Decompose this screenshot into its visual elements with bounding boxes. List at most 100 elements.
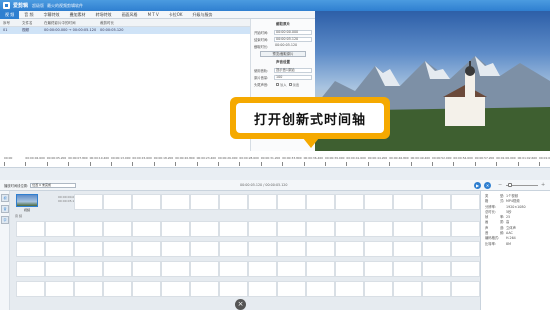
track-slot[interactable] xyxy=(190,221,219,237)
track-slot[interactable] xyxy=(74,241,103,257)
timeline-position-select[interactable]: 位置 0 未完成 xyxy=(30,182,77,188)
menu-karaoke[interactable]: 卡拉OK xyxy=(164,11,188,19)
track-slot[interactable] xyxy=(248,221,277,237)
track-slot[interactable] xyxy=(132,241,161,257)
track-slot[interactable] xyxy=(16,261,45,277)
track-slot[interactable] xyxy=(103,261,132,277)
zoom-slider-handle[interactable] xyxy=(508,183,513,187)
track-slot[interactable] xyxy=(248,241,277,257)
menu-mtv[interactable]: M T V xyxy=(143,11,164,19)
track-slot[interactable] xyxy=(132,194,161,210)
track-slot[interactable] xyxy=(364,241,393,257)
track-slot[interactable] xyxy=(248,261,277,277)
track-slot[interactable] xyxy=(422,261,451,277)
track-slot[interactable] xyxy=(335,281,364,297)
play-icon[interactable]: ▶ xyxy=(474,182,481,189)
track-slot[interactable] xyxy=(306,261,335,277)
track-slot[interactable] xyxy=(451,221,480,237)
end-time-field[interactable]: 00:00:05.120 xyxy=(274,36,312,42)
col-duration[interactable]: 裁剪时长 xyxy=(100,19,150,26)
track-slot[interactable] xyxy=(219,261,248,277)
track-slot[interactable] xyxy=(393,241,422,257)
side-tab-audio[interactable]: 音 xyxy=(1,205,9,213)
track-slot[interactable] xyxy=(393,221,422,237)
track-slot[interactable] xyxy=(132,261,161,277)
track-slot[interactable] xyxy=(103,221,132,237)
track-slot[interactable] xyxy=(364,261,393,277)
col-filename[interactable]: 文件名 xyxy=(22,19,44,26)
track-slot[interactable] xyxy=(451,241,480,257)
menu-video[interactable]: 视 频 xyxy=(0,10,20,19)
col-index[interactable]: 序号 xyxy=(0,19,22,26)
track-slot[interactable] xyxy=(422,241,451,257)
track-slot[interactable] xyxy=(74,281,103,297)
track-slot[interactable] xyxy=(422,281,451,297)
track-slot[interactable] xyxy=(161,194,190,210)
track-slot[interactable] xyxy=(103,281,132,297)
track-slot[interactable] xyxy=(306,221,335,237)
track-slot[interactable] xyxy=(306,194,335,210)
side-tab-subtitle[interactable]: 字 xyxy=(1,216,9,224)
track-slot[interactable] xyxy=(364,281,393,297)
fade-out-checkbox[interactable] xyxy=(288,82,292,86)
track-slot[interactable] xyxy=(161,261,190,277)
menu-style[interactable]: 画面风格 xyxy=(117,11,143,19)
track-slot[interactable] xyxy=(132,221,161,237)
track-slot[interactable] xyxy=(45,241,74,257)
track-slot[interactable] xyxy=(190,241,219,257)
track-slot[interactable] xyxy=(74,194,103,210)
timeline-ruler[interactable]: 00:00 00:00:02.600 00:00:05.200 00:00:07.80… xyxy=(0,151,550,168)
track-slot[interactable] xyxy=(451,261,480,277)
audio-track-select[interactable]: 提示音1原始 xyxy=(274,67,312,73)
menu-overlay[interactable]: 叠加素材 xyxy=(65,11,91,19)
track-slot[interactable] xyxy=(16,221,45,237)
track-slot[interactable] xyxy=(393,261,422,277)
track-slot[interactable] xyxy=(393,281,422,297)
track-slot[interactable] xyxy=(451,281,480,297)
track-slot[interactable] xyxy=(277,241,306,257)
track-slot[interactable] xyxy=(219,194,248,210)
close-circle-icon[interactable]: × xyxy=(235,299,246,310)
track-slot[interactable] xyxy=(451,194,480,210)
col-time[interactable]: 在最终影片中的时间 xyxy=(44,19,100,26)
menu-audio[interactable]: 音 频 xyxy=(19,11,38,19)
track-slot[interactable] xyxy=(16,241,45,257)
track-slot[interactable] xyxy=(132,281,161,297)
fade-in-checkbox[interactable] xyxy=(276,82,279,86)
track-slot[interactable] xyxy=(277,261,306,277)
track-slot[interactable] xyxy=(393,194,422,210)
stop-icon[interactable]: ✕ xyxy=(484,182,491,189)
side-tab-video[interactable]: 视 xyxy=(1,194,9,202)
track-slot[interactable] xyxy=(422,221,451,237)
video-clip-thumbnail[interactable] xyxy=(16,194,38,207)
track-slot[interactable] xyxy=(161,281,190,297)
track-slot[interactable] xyxy=(306,241,335,257)
track-slot[interactable] xyxy=(335,241,364,257)
track-slot[interactable] xyxy=(364,194,393,210)
track-slot[interactable] xyxy=(219,241,248,257)
track-slot[interactable] xyxy=(277,281,306,297)
track-slot[interactable] xyxy=(277,194,306,210)
track-slot[interactable] xyxy=(190,281,219,297)
track-slot[interactable] xyxy=(219,221,248,237)
track-slot[interactable] xyxy=(190,194,219,210)
track-slot[interactable] xyxy=(335,194,364,210)
track-slot[interactable] xyxy=(161,221,190,237)
track-slot[interactable] xyxy=(335,261,364,277)
track-slot[interactable] xyxy=(248,281,277,297)
track-slot[interactable] xyxy=(422,194,451,210)
track-slot[interactable] xyxy=(335,221,364,237)
menu-transitions[interactable]: 转场特效 xyxy=(91,11,117,19)
track-slot[interactable] xyxy=(161,241,190,257)
track-slot[interactable] xyxy=(45,221,74,237)
track-slot[interactable] xyxy=(103,241,132,257)
preview-trim-button[interactable]: 预览/截取原片 xyxy=(260,51,306,57)
track-slot[interactable] xyxy=(45,261,74,277)
track-slot[interactable] xyxy=(16,281,45,297)
timeline-tracks[interactable]: 视频 00:00:00.000 00:00:05.120 音 频 xyxy=(10,191,480,310)
track-slot[interactable] xyxy=(306,281,335,297)
track-slot[interactable] xyxy=(190,261,219,277)
track-slot[interactable] xyxy=(45,281,74,297)
zoom-in-icon[interactable]: + xyxy=(541,182,545,188)
track-slot[interactable] xyxy=(74,261,103,277)
